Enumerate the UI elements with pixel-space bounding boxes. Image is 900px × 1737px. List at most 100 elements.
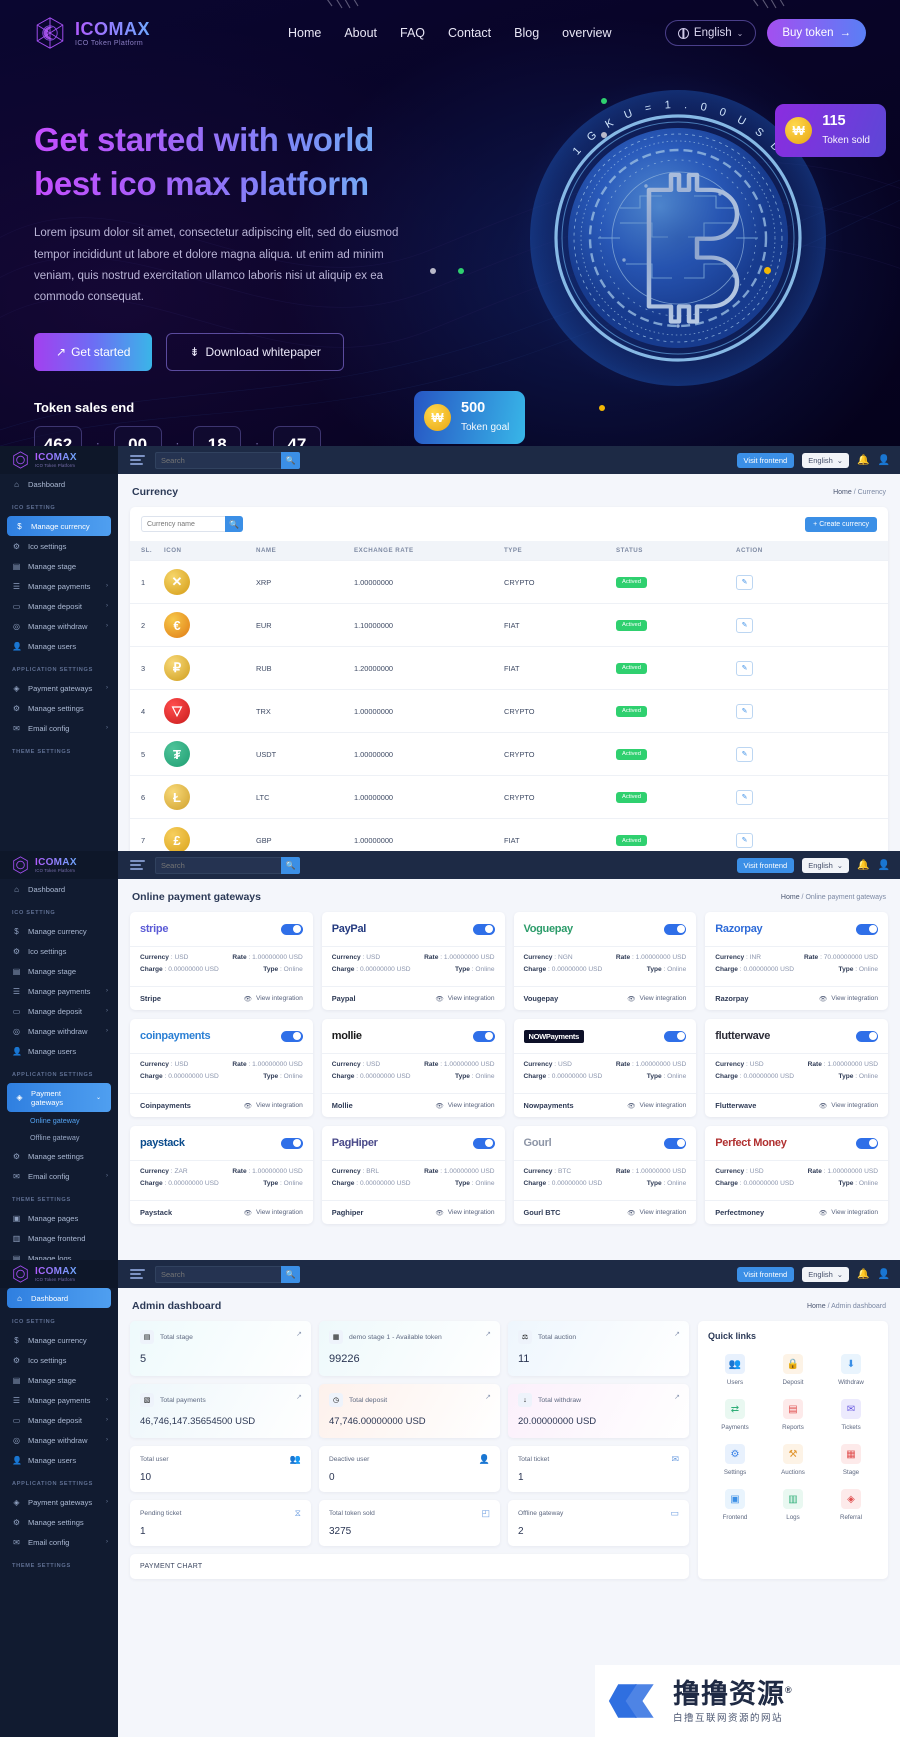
topbar-language-selector[interactable]: English ⌄ — [802, 452, 850, 468]
quick-link-deposit[interactable]: 🔒 Deposit — [766, 1354, 820, 1386]
sidebar-item-manage-withdraw[interactable]: ◎ Manage withdraw › — [0, 1430, 118, 1450]
mini-stat-card[interactable]: Pending ticket ⧖ 1 — [130, 1500, 311, 1546]
sidebar-item-email-config[interactable]: ✉ Email config › — [0, 1532, 118, 1552]
quick-link-referral[interactable]: ◈ Referral — [824, 1489, 878, 1521]
sidebar-item-dashboard[interactable]: ⌂ Dashboard — [0, 474, 118, 494]
create-currency-button[interactable]: + Create currency — [805, 516, 877, 532]
sidebar-item-manage-deposit[interactable]: ▭ Manage deposit › — [0, 1410, 118, 1430]
topbar-language-selector[interactable]: English ⌄ — [802, 857, 850, 873]
stat-card[interactable]: ▤ Total stage ↗ 5 — [130, 1321, 311, 1376]
sidebar-item-manage-withdraw[interactable]: ◎ Manage withdraw › — [0, 616, 118, 636]
sidebar-item-ico-settings[interactable]: ⚙ Ico settings — [0, 1350, 118, 1370]
view-integration-link[interactable]: 👁 View integration — [627, 1209, 686, 1217]
sidebar-item-payment-gateways[interactable]: ◈ Payment gateways › — [0, 1492, 118, 1512]
sidebar-item-manage-payments[interactable]: ☰ Manage payments › — [0, 576, 118, 596]
stat-card[interactable]: ◷ Total deposit ↗ 47,746.00000000 USD — [319, 1384, 500, 1438]
sidebar-item-manage-payments[interactable]: ☰ Manage payments › — [0, 981, 118, 1001]
quick-link-logs[interactable]: ▥ Logs — [766, 1489, 820, 1521]
sidebar-item-manage-currency[interactable]: $ Manage currency — [0, 1330, 118, 1350]
gateway-toggle[interactable] — [856, 923, 878, 935]
edit-button[interactable]: ✎ — [736, 703, 753, 719]
nav-link-contact[interactable]: Contact — [448, 26, 491, 40]
currency-search-input[interactable] — [141, 516, 225, 532]
language-selector[interactable]: English ⌄ — [664, 20, 757, 46]
sidebar-item-manage-logs[interactable]: ▤ Manage logs — [0, 1248, 118, 1261]
gateway-toggle[interactable] — [856, 1030, 878, 1042]
search-button[interactable]: 🔍 — [281, 856, 300, 874]
avatar[interactable]: 👤 — [878, 860, 890, 871]
search-button[interactable]: 🔍 — [281, 451, 300, 469]
quick-link-users[interactable]: 👥 Users — [708, 1354, 762, 1386]
edit-button[interactable]: ✎ — [736, 660, 753, 676]
quick-link-auctions[interactable]: ⚒ Auctions — [766, 1444, 820, 1476]
sidebar-subitem-online-gateway[interactable]: Online gateway — [0, 1112, 118, 1129]
sidebar-item-manage-settings[interactable]: ⚙ Manage settings — [0, 1512, 118, 1532]
view-integration-link[interactable]: 👁 View integration — [435, 995, 494, 1003]
sidebar-item-payment-gateways[interactable]: ◈ Payment gateways › — [0, 678, 118, 698]
sidebar-brand[interactable]: ICOMAX ICO Token Platform — [0, 851, 118, 879]
sidebar-item-manage-stage[interactable]: ▤ Manage stage — [0, 961, 118, 981]
download-whitepaper-button[interactable]: ⇟ Download whitepaper — [166, 332, 344, 371]
brand-logo[interactable]: ICOMAX ICO Token Platform — [34, 16, 274, 50]
sidebar-item-manage-deposit[interactable]: ▭ Manage deposit › — [0, 596, 118, 616]
sidebar-item-ico-settings[interactable]: ⚙ Ico settings — [0, 536, 118, 556]
gateway-toggle[interactable] — [664, 1137, 687, 1149]
edit-button[interactable]: ✎ — [736, 789, 753, 805]
visit-frontend-button[interactable]: Visit frontend — [736, 1266, 795, 1282]
sidebar-item-manage-payments[interactable]: ☰ Manage payments › — [0, 1390, 118, 1410]
bell-icon[interactable]: 🔔 — [857, 455, 869, 466]
nav-link-home[interactable]: Home — [288, 26, 321, 40]
quick-link-frontend[interactable]: ▣ Frontend — [708, 1489, 762, 1521]
avatar[interactable]: 👤 — [878, 455, 890, 466]
visit-frontend-button[interactable]: Visit frontend — [736, 857, 795, 873]
view-integration-link[interactable]: 👁 View integration — [819, 1102, 878, 1110]
mini-stat-card[interactable]: Offline gateway ▭ 2 — [508, 1500, 689, 1546]
sidebar-item-dashboard[interactable]: ⌂ Dashboard — [0, 879, 118, 899]
gateway-toggle[interactable] — [856, 1137, 878, 1149]
stat-card[interactable]: ⚖ Total auction ↗ 11 — [508, 1321, 689, 1376]
quick-link-payments[interactable]: ⇄ Payments — [708, 1399, 762, 1431]
sidebar-subitem-offline-gateway[interactable]: Offline gateway — [0, 1129, 118, 1146]
view-integration-link[interactable]: 👁 View integration — [627, 1102, 686, 1110]
sidebar-item-dashboard[interactable]: ⌂ Dashboard — [7, 1288, 111, 1308]
mini-stat-card[interactable]: Total user 👥 10 — [130, 1446, 311, 1492]
sidebar-brand[interactable]: ICOMAX ICO Token Platform — [0, 446, 118, 474]
topbar-language-selector[interactable]: English ⌄ — [802, 1266, 850, 1282]
mini-stat-card[interactable]: Deactive user 👤 0 — [319, 1446, 500, 1492]
sidebar-item-manage-stage[interactable]: ▤ Manage stage — [0, 1370, 118, 1390]
sidebar-item-manage-users[interactable]: 👤 Manage users — [0, 1450, 118, 1470]
arrow-up-right-icon[interactable]: ↗ — [485, 1330, 491, 1338]
stat-card[interactable]: ▧ Total payments ↗ 46,746,147.35654500 USD — [130, 1384, 311, 1438]
view-integration-link[interactable]: 👁 View integration — [435, 1102, 494, 1110]
quick-link-reports[interactable]: ▤ Reports — [766, 1399, 820, 1431]
get-started-button[interactable]: ↗ Get started — [34, 332, 153, 371]
view-integration-link[interactable]: 👁 View integration — [435, 1209, 494, 1217]
breadcrumb-home[interactable]: Home — [833, 489, 852, 496]
menu-toggle-icon[interactable] — [130, 1268, 145, 1280]
search-input[interactable] — [155, 856, 281, 874]
quick-link-withdraw[interactable]: ⬇ Withdraw — [824, 1354, 878, 1386]
gateway-toggle[interactable] — [664, 923, 687, 935]
view-integration-link[interactable]: 👁 View integration — [627, 995, 686, 1003]
sidebar-item-ico-settings[interactable]: ⚙ Ico settings — [0, 941, 118, 961]
edit-button[interactable]: ✎ — [736, 574, 753, 590]
sidebar-item-manage-deposit[interactable]: ▭ Manage deposit › — [0, 1001, 118, 1021]
mini-stat-card[interactable]: Total token sold ◰ 3275 — [319, 1500, 500, 1546]
edit-button[interactable]: ✎ — [736, 746, 753, 762]
avatar[interactable]: 👤 — [878, 1269, 890, 1280]
arrow-up-right-icon[interactable]: ↗ — [296, 1330, 302, 1338]
menu-toggle-icon[interactable] — [130, 859, 145, 871]
view-integration-link[interactable]: 👁 View integration — [819, 995, 878, 1003]
stat-card[interactable]: ▦ demo stage 1 - Available token ↗ 99226 — [319, 1321, 500, 1376]
gateway-toggle[interactable] — [472, 923, 495, 935]
sidebar-item-payment-gateways[interactable]: ◈ Payment gateways ⌄ — [7, 1083, 111, 1112]
sidebar-item-manage-withdraw[interactable]: ◎ Manage withdraw › — [0, 1021, 118, 1041]
edit-button[interactable]: ✎ — [736, 617, 753, 633]
nav-link-overview[interactable]: overview — [562, 26, 611, 40]
sidebar-item-manage-pages[interactable]: ▣ Manage pages — [0, 1208, 118, 1228]
view-integration-link[interactable]: 👁 View integration — [819, 1209, 878, 1217]
breadcrumb-home[interactable]: Home — [781, 894, 800, 901]
bell-icon[interactable]: 🔔 — [857, 1269, 869, 1280]
sidebar-item-manage-stage[interactable]: ▤ Manage stage — [0, 556, 118, 576]
search-input[interactable] — [155, 1265, 281, 1283]
